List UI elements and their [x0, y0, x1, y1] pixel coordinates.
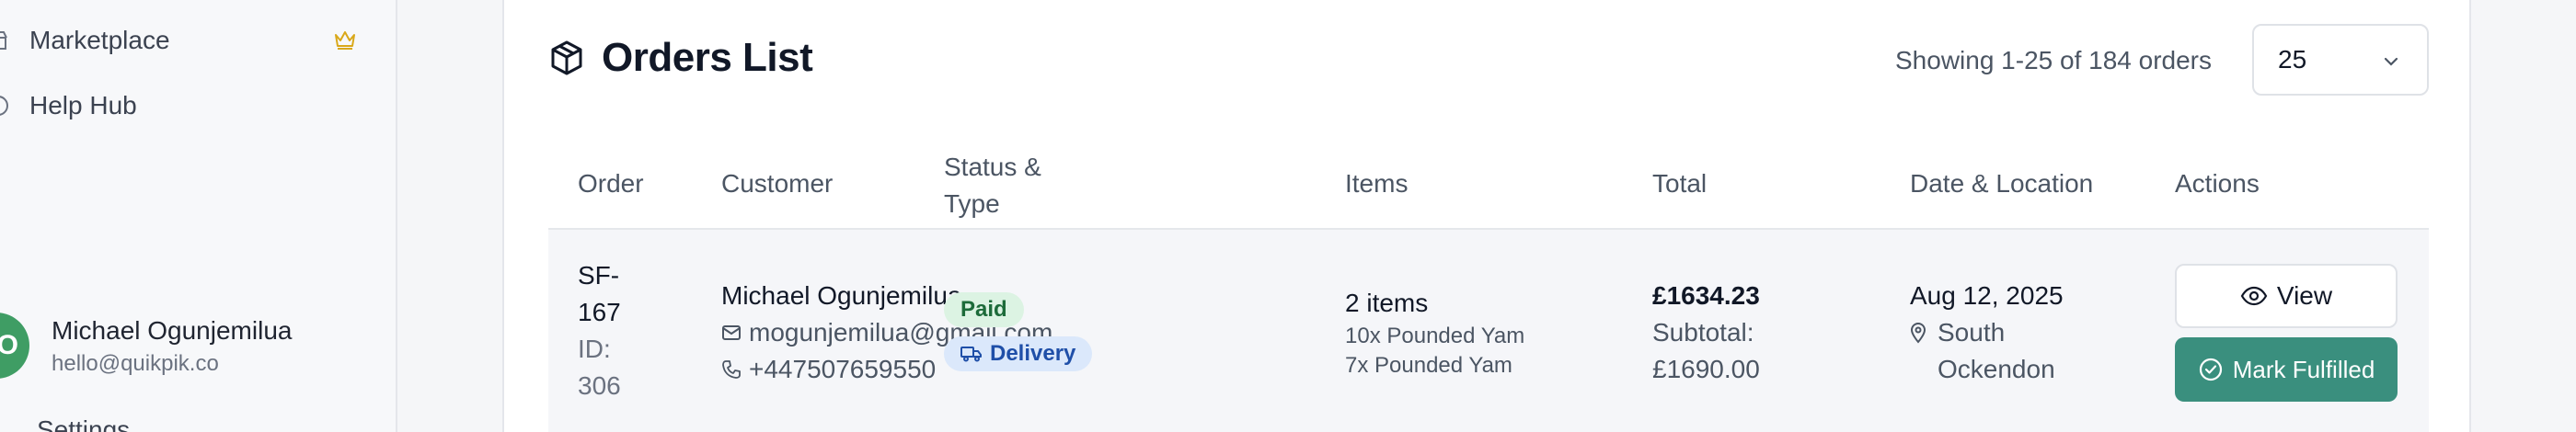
total-cell: £1634.23 Subtotal: £1690.00	[1652, 278, 1760, 388]
table-header: Order Customer Status & Type Items Total…	[548, 138, 2429, 230]
table-row[interactable]: SF- 167 ID: 306 Michael Ogunjemilua mogu…	[548, 230, 2429, 432]
order-subtotal: Subtotal: £1690.00	[1652, 318, 1760, 383]
type-label: Delivery	[990, 341, 1076, 366]
pagination-summary: Showing 1-25 of 184 orders	[1895, 46, 2212, 74]
mail-icon	[722, 325, 741, 340]
order-number[interactable]: SF- 167	[578, 257, 621, 331]
user-profile[interactable]: O Michael Ogunjemilua hello@quikpik.co	[0, 303, 386, 386]
customer-phone: +447507659550	[749, 355, 937, 383]
items-cell: 2 items 10x Pounded Yam 7x Pounded Yam	[1345, 285, 1524, 381]
order-id: ID: 306	[578, 335, 621, 400]
item-line: 10x Pounded Yam	[1345, 324, 1525, 348]
check-circle-icon	[2199, 358, 2222, 381]
package-icon	[551, 40, 582, 75]
page-size-value: 25	[2278, 45, 2307, 74]
mark-fulfilled-button[interactable]: Mark Fulfilled	[2175, 337, 2398, 402]
order-location: South Ockendon	[1938, 318, 2055, 383]
sidebar-item-label: Help Hub	[29, 91, 137, 119]
column-header: Date & Location	[1910, 169, 2094, 198]
mark-fulfilled-label: Mark Fulfilled	[2232, 355, 2375, 383]
column-header: Actions	[2175, 169, 2260, 198]
sidebar-item-marketplace[interactable]: Marketplace	[0, 15, 368, 66]
user-name: Michael Ogunjemilua	[52, 316, 293, 345]
column-header: Status & Type	[944, 153, 1041, 218]
order-date: Aug 12, 2025	[1910, 281, 2064, 310]
orders-card: Orders List Showing 1-25 of 184 orders 2…	[502, 0, 2471, 432]
page-size-select[interactable]: 25	[2252, 24, 2429, 96]
help-icon	[0, 95, 9, 117]
chevron-down-icon	[2384, 57, 2398, 66]
items-count: 2 items	[1345, 289, 1429, 317]
sidebar-item-help-hub[interactable]: Help Hub	[0, 80, 368, 131]
order-total: £1634.23	[1652, 281, 1760, 310]
page-header: Orders List	[548, 35, 813, 81]
eye-icon	[2240, 286, 2268, 306]
column-header: Total	[1652, 169, 1708, 198]
user-email: hello@quikpik.co	[52, 351, 219, 376]
sidebar: Marketplace Help Hub O Michael Ogunjemil…	[0, 0, 397, 432]
sidebar-item-label: Marketplace	[29, 26, 170, 54]
order-cell: SF- 167 ID: 306	[578, 257, 621, 404]
truck-icon	[960, 347, 982, 362]
type-badge: Delivery	[944, 336, 1093, 371]
sidebar-item-settings[interactable]: Settings	[0, 415, 130, 432]
avatar: O	[0, 313, 29, 379]
store-icon	[0, 29, 9, 51]
date-location-cell: Aug 12, 2025 South Ockendon	[1910, 278, 2064, 388]
view-label: View	[2276, 281, 2333, 310]
column-header: Order	[578, 169, 644, 198]
map-pin-icon	[1910, 323, 1926, 344]
page-title: Orders List	[602, 35, 813, 80]
status-badge: Paid	[944, 292, 1024, 327]
item-line: 7x Pounded Yam	[1345, 353, 1512, 378]
view-button[interactable]: View	[2175, 264, 2398, 328]
order-location-line: South Ockendon	[1910, 314, 2064, 388]
column-header: Customer	[721, 169, 834, 198]
status-cell: Paid Delivery	[944, 292, 1093, 371]
crown-icon	[333, 28, 357, 58]
column-header: Items	[1345, 169, 1409, 198]
phone-icon	[722, 360, 741, 379]
